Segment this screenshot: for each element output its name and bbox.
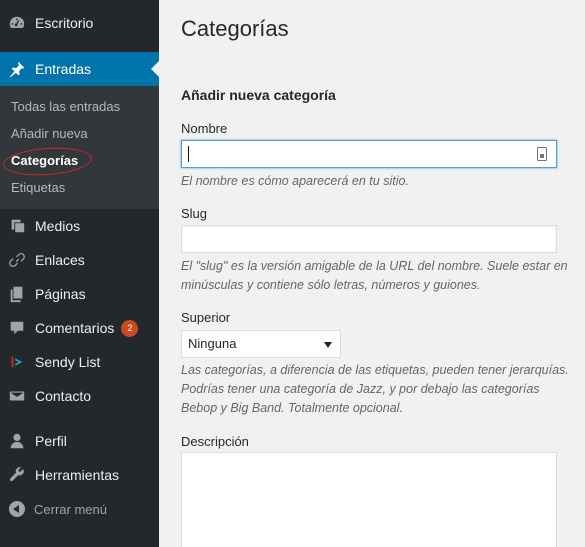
menu-item-enlaces[interactable]: Enlaces bbox=[0, 243, 159, 277]
menu-item-medios[interactable]: Medios bbox=[0, 209, 159, 243]
wrench-icon bbox=[8, 466, 26, 484]
menu-label: Contacto bbox=[35, 388, 92, 404]
menu-item-perfil[interactable]: Perfil bbox=[0, 424, 159, 458]
slug-help: El "slug" es la versión amigable de la U… bbox=[181, 259, 568, 292]
name-label: Nombre bbox=[181, 121, 228, 136]
slug-label: Slug bbox=[181, 206, 208, 221]
submenu-label: Categorías bbox=[11, 153, 79, 168]
parent-select-value: Ninguna bbox=[188, 336, 237, 351]
menu-label: Herramientas bbox=[35, 467, 120, 483]
sendy-icon bbox=[8, 353, 26, 371]
mail-icon bbox=[8, 387, 26, 405]
section-title: Añadir nueva categoría bbox=[181, 87, 336, 103]
admin-sidebar: Escritorio Entradas Todas las entradas A… bbox=[0, 0, 159, 547]
entradas-submenu: Todas las entradas Añadir nueva Categorí… bbox=[0, 86, 159, 209]
submenu-item-anadir[interactable]: Añadir nueva bbox=[0, 120, 159, 147]
pin-icon bbox=[8, 60, 26, 78]
page-title: Categorías bbox=[181, 16, 289, 41]
description-label: Descripción bbox=[181, 434, 249, 449]
menu-label: Páginas bbox=[35, 286, 86, 302]
slug-input[interactable] bbox=[181, 225, 557, 253]
dropdown-arrow-icon bbox=[324, 342, 332, 348]
submenu-item-categorias[interactable]: Categorías bbox=[0, 144, 159, 179]
name-input[interactable] bbox=[181, 140, 557, 168]
menu-label: Perfil bbox=[35, 433, 67, 449]
collapse-label: Cerrar menú bbox=[34, 501, 107, 517]
collapse-menu-button[interactable]: Cerrar menú bbox=[0, 492, 159, 526]
menu-label: Escritorio bbox=[35, 15, 94, 31]
menu-item-contacto[interactable]: Contacto bbox=[0, 379, 159, 413]
text-cursor bbox=[188, 146, 189, 162]
menu-item-paginas[interactable]: Páginas bbox=[0, 277, 159, 311]
menu-label: Enlaces bbox=[35, 252, 85, 268]
parent-label: Superior bbox=[181, 310, 231, 325]
parent-select[interactable]: Ninguna bbox=[181, 330, 341, 358]
menu-label: Medios bbox=[35, 218, 81, 234]
menu-item-entradas[interactable]: Entradas bbox=[0, 52, 159, 86]
pages-icon bbox=[8, 285, 26, 303]
parent-help: Las categorías, a diferencia de las etiq… bbox=[181, 363, 569, 415]
user-icon bbox=[8, 432, 26, 450]
comment-count-badge: 2 bbox=[121, 319, 139, 337]
comment-icon bbox=[8, 319, 26, 337]
menu-item-comentarios[interactable]: Comentarios 2 bbox=[0, 311, 159, 345]
menu-item-sendy[interactable]: Sendy List bbox=[0, 345, 159, 379]
media-icon bbox=[8, 217, 26, 235]
menu-label: Entradas bbox=[35, 61, 92, 77]
submenu-item-etiquetas[interactable]: Etiquetas bbox=[0, 174, 159, 201]
collapse-arrow-icon bbox=[9, 501, 25, 517]
link-icon bbox=[8, 251, 26, 269]
name-help: El nombre es cómo aparecerá en tu sitio. bbox=[181, 174, 409, 188]
menu-label: Sendy List bbox=[35, 354, 101, 370]
description-textarea[interactable] bbox=[181, 452, 557, 547]
password-manager-icon[interactable] bbox=[537, 147, 547, 161]
menu-label: Comentarios bbox=[35, 320, 115, 336]
menu-item-escritorio[interactable]: Escritorio bbox=[0, 6, 159, 40]
menu-item-herramientas[interactable]: Herramientas bbox=[0, 458, 159, 492]
submenu-item-todas[interactable]: Todas las entradas bbox=[0, 93, 159, 120]
dashboard-icon bbox=[8, 14, 26, 32]
main-content: Categorías Añadir nueva categoría Nombre… bbox=[159, 0, 585, 547]
